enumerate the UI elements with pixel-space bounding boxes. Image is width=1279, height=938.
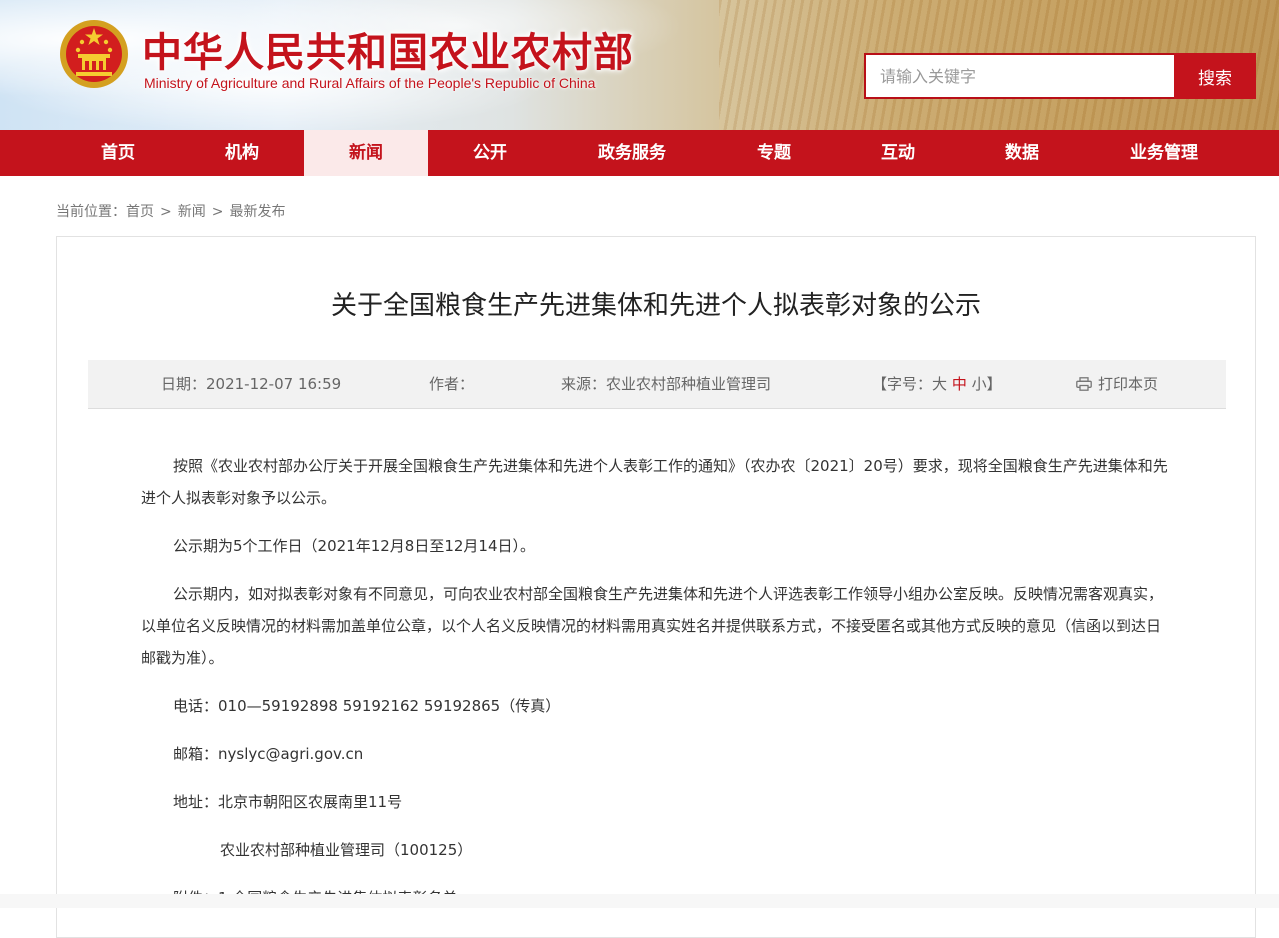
breadcrumb-home-link[interactable]: 首页 <box>126 204 154 220</box>
font-size-label-open: 【字号： <box>872 375 933 393</box>
site-subtitle: Ministry of Agriculture and Rural Affair… <box>144 75 596 91</box>
printer-icon <box>1076 377 1092 391</box>
bottom-scroll-edge <box>0 894 1279 908</box>
print-page-label: 打印本页 <box>1098 375 1159 393</box>
nav-item-news[interactable]: 新闻 <box>304 130 428 176</box>
article-meta-bar: 日期：2021-12-07 16:59 作者： 来源：农业农村部种植业管理司 【… <box>88 360 1226 409</box>
breadcrumb-separator: > <box>160 204 172 220</box>
article-container: 关于全国粮食生产先进集体和先进个人拟表彰对象的公示 日期：2021-12-07 … <box>56 236 1256 938</box>
contact-department: 农业农村部种植业管理司（100125） <box>220 841 473 859</box>
nav-item-organization[interactable]: 机构 <box>180 130 304 176</box>
site-header: 中华人民共和国农业农村部 Ministry of Agriculture and… <box>0 0 1279 130</box>
article-title: 关于全国粮食生产先进集体和先进个人拟表彰对象的公示 <box>330 291 981 321</box>
font-size-medium-link[interactable]: 中 <box>952 375 967 393</box>
contact-email: 邮箱：nyslyc@agri.gov.cn <box>173 745 364 763</box>
nav-item-public[interactable]: 公开 <box>428 130 552 176</box>
article-source: 来源：农业农村部种植业管理司 <box>561 375 772 393</box>
font-size-large-link[interactable]: 大 <box>932 375 947 393</box>
font-size-control: 【字号：大 中 小】 <box>872 360 1002 408</box>
breadcrumb: 当前位置：首页 > 新闻 > 最新发布 <box>56 201 285 221</box>
article-body: 按照《农业农村部办公厅关于开展全国粮食生产先进集体和先进个人表彰工作的通知》（农… <box>141 450 1173 930</box>
nav-item-data[interactable]: 数据 <box>960 130 1084 176</box>
article-paragraph: 按照《农业农村部办公厅关于开展全国粮食生产先进集体和先进个人表彰工作的通知》（农… <box>141 457 1168 507</box>
article-paragraph: 公示期为5个工作日（2021年12月8日至12月14日）。 <box>173 537 536 555</box>
contact-phone: 电话：010—59192898 59192162 59192865（传真） <box>173 697 561 715</box>
breadcrumb-separator: > <box>211 204 224 220</box>
search-box: 搜索 <box>864 53 1256 99</box>
contact-address: 地址：北京市朝阳区农展南里11号 <box>173 793 403 811</box>
nav-item-government-services[interactable]: 政务服务 <box>552 130 712 176</box>
search-button[interactable]: 搜索 <box>1174 53 1256 99</box>
font-size-small-link[interactable]: 小 <box>972 375 987 393</box>
article-author: 作者： <box>429 375 475 393</box>
nav-item-home[interactable]: 首页 <box>56 130 180 176</box>
print-page-button[interactable]: 打印本页 <box>1076 360 1158 408</box>
national-emblem-icon <box>60 20 128 88</box>
breadcrumb-news-link[interactable]: 新闻 <box>178 204 206 220</box>
article-date: 日期：2021-12-07 16:59 <box>161 375 342 393</box>
nav-item-topics[interactable]: 专题 <box>712 130 836 176</box>
nav-item-interaction[interactable]: 互动 <box>836 130 960 176</box>
breadcrumb-prefix: 当前位置： <box>56 204 126 220</box>
search-input[interactable] <box>864 53 1174 99</box>
breadcrumb-latest-link[interactable]: 最新发布 <box>229 204 285 220</box>
site-title: 中华人民共和国农业农村部 <box>142 29 634 76</box>
main-nav: 首页 机构 新闻 公开 政务服务 专题 互动 数据 业务管理 <box>0 130 1279 176</box>
font-size-label-close: 】 <box>986 375 1002 393</box>
article-paragraph: 公示期内，如对拟表彰对象有不同意见，可向农业农村部全国粮食生产先进集体和先进个人… <box>141 585 1164 667</box>
nav-item-business-management[interactable]: 业务管理 <box>1084 130 1244 176</box>
